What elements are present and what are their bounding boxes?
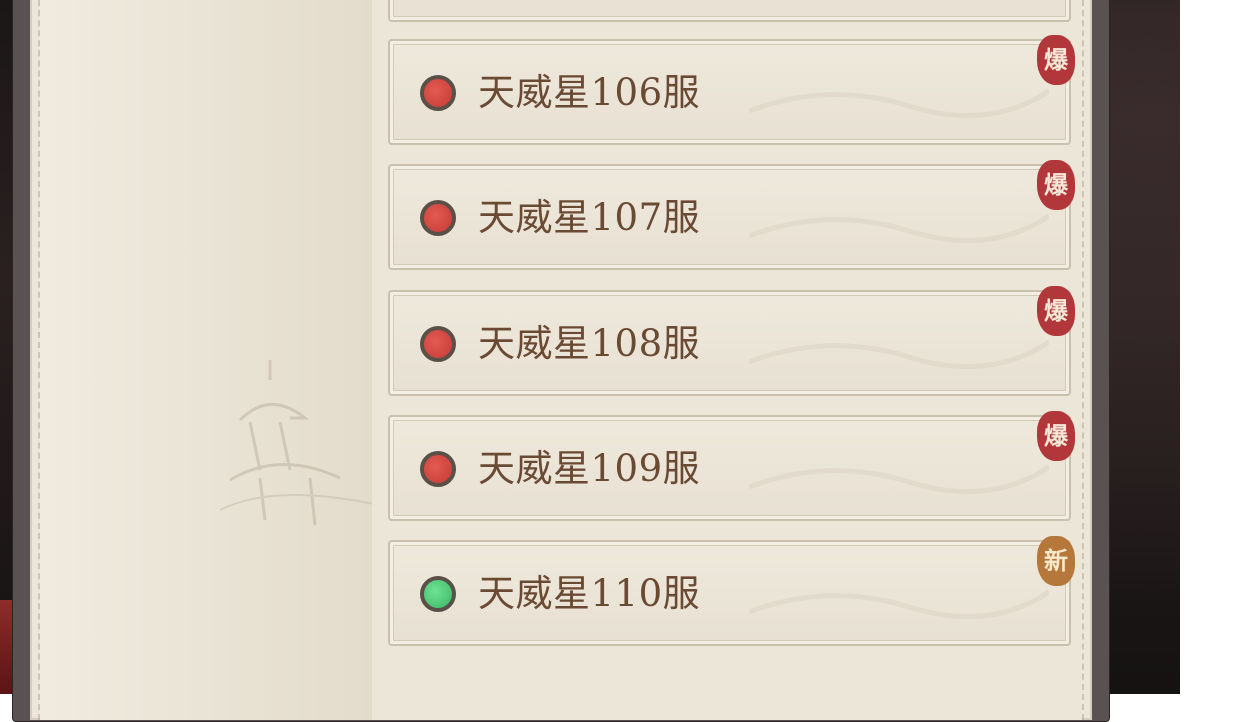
wave-decoration: [749, 464, 1049, 495]
server-item[interactable]: 天威星109服 爆: [388, 411, 1075, 521]
hot-badge-icon: 爆: [1037, 286, 1075, 336]
server-group-sidebar[interactable]: [40, 0, 400, 720]
status-hot-icon: [420, 451, 456, 487]
wave-decoration: [749, 589, 1049, 620]
status-hot-icon: [420, 200, 456, 236]
wave-decoration: [749, 339, 1049, 370]
new-badge-icon: 新: [1037, 536, 1075, 586]
server-name: 天威星110服: [478, 572, 701, 615]
status-new-icon: [420, 576, 456, 612]
status-hot-icon: [420, 75, 456, 111]
server-name: 天威星107服: [478, 196, 701, 239]
hot-badge-icon: 爆: [1037, 411, 1075, 461]
wave-decoration: [749, 213, 1049, 244]
server-name: 天威星109服: [478, 447, 701, 490]
server-name: 天威星106服: [478, 71, 701, 114]
hot-badge-icon: 爆: [1037, 160, 1075, 210]
server-item[interactable]: 天威星106服 爆: [388, 35, 1075, 145]
server-item[interactable]: 天威星108服 爆: [388, 286, 1075, 396]
status-hot-icon: [420, 326, 456, 362]
server-name: 天威星108服: [478, 322, 701, 365]
server-item-partial[interactable]: [388, 0, 1071, 22]
server-item[interactable]: 天威星110服 新: [388, 536, 1075, 646]
hot-badge-icon: 爆: [1037, 35, 1075, 85]
server-item[interactable]: 天威星107服 爆: [388, 160, 1075, 270]
wave-decoration: [749, 88, 1049, 119]
